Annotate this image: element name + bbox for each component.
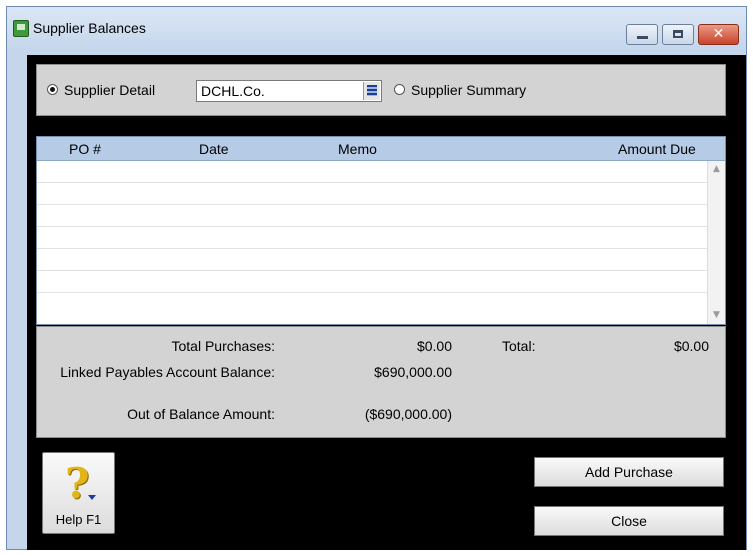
supplier-detail-radio[interactable]	[47, 84, 58, 95]
total-label: Total:	[502, 338, 536, 354]
scroll-down-icon[interactable]: ▼	[708, 307, 725, 324]
table-row[interactable]	[37, 183, 707, 205]
scroll-up-icon[interactable]: ▲	[708, 161, 725, 178]
column-memo[interactable]: Memo	[338, 141, 377, 157]
window-title: Supplier Balances	[33, 20, 146, 36]
maximize-icon	[673, 30, 683, 38]
help-button-label: Help F1	[55, 512, 102, 527]
table-row[interactable]	[37, 205, 707, 227]
minimize-icon	[637, 36, 648, 39]
out-of-balance-value: ($690,000.00)	[364, 406, 452, 422]
title-bar[interactable]: Supplier Balances ✕	[7, 7, 746, 51]
add-purchase-button[interactable]: Add Purchase	[534, 457, 724, 487]
supplier-summary-label[interactable]: Supplier Summary	[411, 82, 526, 98]
table-row[interactable]	[37, 293, 707, 315]
close-window-button[interactable]: ✕	[698, 24, 739, 45]
help-button[interactable]: ? Help F1	[42, 452, 115, 534]
table-header: PO # Date Memo Amount Due	[37, 137, 725, 161]
help-question-icon: ?	[65, 459, 90, 508]
filter-panel: Supplier Detail DCHL.Co. Supplier Summar…	[36, 64, 726, 116]
total-purchases-label: Total Purchases:	[171, 338, 276, 354]
close-icon: ✕	[712, 26, 725, 42]
combo-dropdown-button[interactable]	[363, 82, 380, 100]
supplier-detail-label[interactable]: Supplier Detail	[64, 82, 155, 98]
close-button[interactable]: Close	[534, 506, 724, 536]
column-date[interactable]: Date	[199, 141, 229, 157]
table-row[interactable]	[37, 161, 707, 183]
out-of-balance-label: Out of Balance Amount:	[127, 406, 275, 422]
list-dropdown-icon	[367, 85, 377, 96]
total-purchases-value: $0.00	[416, 338, 452, 354]
totals-panel: Total Purchases: $0.00 Total: $0.00 Link…	[36, 326, 726, 438]
table-row[interactable]	[37, 249, 707, 271]
help-dropdown-arrow-icon	[88, 495, 96, 500]
maximize-button[interactable]	[662, 24, 694, 45]
total-value: $0.00	[673, 338, 709, 354]
column-amount-due[interactable]: Amount Due	[618, 141, 696, 157]
linked-payables-value: $690,000.00	[374, 364, 452, 380]
purchases-table: PO # Date Memo Amount Due ▲ ▼	[36, 136, 726, 325]
table-scrollbar[interactable]: ▲ ▼	[707, 161, 725, 324]
supplier-combo-value: DCHL.Co.	[201, 83, 265, 99]
supplier-combo[interactable]: DCHL.Co.	[196, 80, 382, 102]
column-po-number[interactable]: PO #	[69, 141, 101, 157]
table-row[interactable]	[37, 227, 707, 249]
table-row[interactable]	[37, 271, 707, 293]
linked-payables-label: Linked Payables Account Balance:	[60, 364, 275, 380]
supplier-summary-radio[interactable]	[394, 84, 405, 95]
minimize-button[interactable]	[626, 24, 658, 45]
app-icon	[13, 20, 29, 37]
supplier-balances-window: Supplier Balances ✕ Supplier Detail DCHL…	[6, 6, 747, 550]
dialog-body: Supplier Detail DCHL.Co. Supplier Summar…	[27, 55, 746, 550]
